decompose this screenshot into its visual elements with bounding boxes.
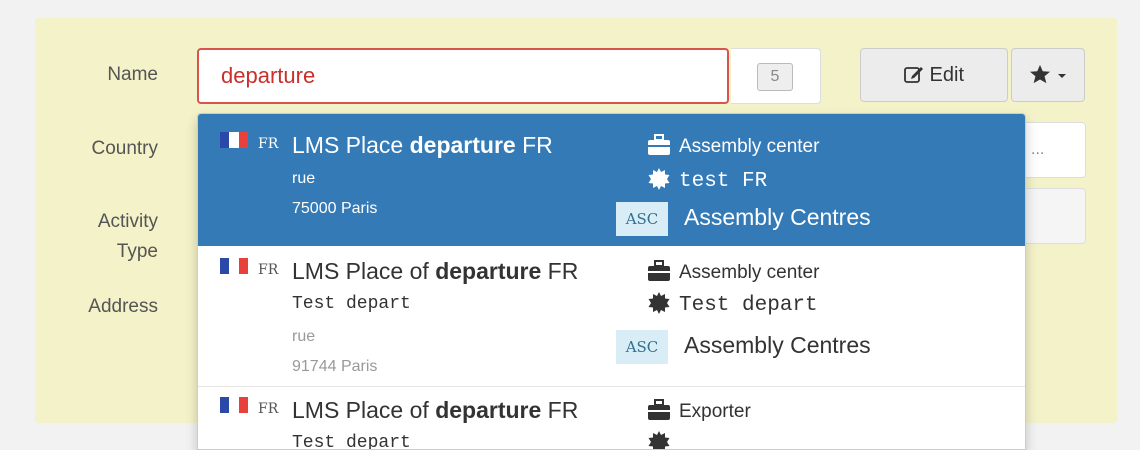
asc-badge: ASC — [616, 202, 668, 236]
place-name: LMS Place of departure FR — [292, 397, 579, 423]
tag: Test depart — [679, 294, 818, 317]
activity-type-label-line1: Activity — [97, 211, 158, 232]
street: rue — [292, 328, 316, 345]
street: rue — [292, 170, 316, 187]
activity-type: Assembly center — [679, 136, 820, 157]
tag: test FR — [679, 170, 768, 193]
result-count-box: 5 — [731, 48, 821, 104]
name-label: Name — [107, 64, 158, 85]
dropdown-item[interactable]: FR LMS Place of departure FR Test depart… — [198, 387, 1025, 450]
france-flag-icon — [220, 397, 248, 413]
activity-type: Exporter — [679, 401, 751, 422]
country-code: FR — [258, 136, 279, 152]
dropdown-item[interactable]: FR LMS Place of departure FR Test depart… — [198, 246, 1025, 386]
briefcase-icon — [648, 260, 670, 281]
favorite-dropdown-button[interactable] — [1011, 48, 1085, 102]
briefcase-icon — [648, 399, 670, 420]
country-code: FR — [258, 401, 279, 417]
edit-icon — [904, 67, 923, 83]
place-name: LMS Place departure FR — [292, 132, 553, 158]
seal-icon — [648, 292, 670, 314]
france-flag-icon — [220, 132, 248, 148]
category: Assembly Centres — [684, 204, 871, 230]
activity-type: Assembly center — [679, 262, 820, 283]
result-count-badge: 5 — [757, 63, 793, 91]
address-label: Address — [88, 296, 158, 317]
city: 91744 Paris — [292, 358, 378, 375]
activity-type-label-line2: Type — [116, 241, 158, 262]
asc-badge: ASC — [616, 330, 668, 364]
description: Test depart — [292, 294, 411, 314]
place-name: LMS Place of departure FR — [292, 258, 579, 284]
france-flag-icon — [220, 258, 248, 274]
briefcase-icon — [648, 134, 670, 155]
description: Test depart — [292, 433, 411, 450]
seal-icon — [648, 431, 670, 449]
country-label: Country — [91, 138, 158, 159]
autocomplete-dropdown: FR LMS Place departure FR rue 75000 Pari… — [197, 113, 1026, 450]
city: 75000 Paris — [292, 200, 378, 217]
edit-button[interactable]: Edit — [860, 48, 1008, 102]
caret-down-icon — [1057, 74, 1066, 78]
edit-button-label: Edit — [929, 64, 965, 86]
category: Assembly Centres — [684, 332, 871, 358]
country-code: FR — [258, 262, 279, 278]
seal-icon — [648, 168, 670, 190]
name-input[interactable]: departure — [197, 48, 729, 104]
country-select-placeholder: ... — [1031, 141, 1045, 158]
star-icon — [1030, 64, 1051, 84]
dropdown-item[interactable]: FR LMS Place departure FR rue 75000 Pari… — [198, 114, 1025, 246]
